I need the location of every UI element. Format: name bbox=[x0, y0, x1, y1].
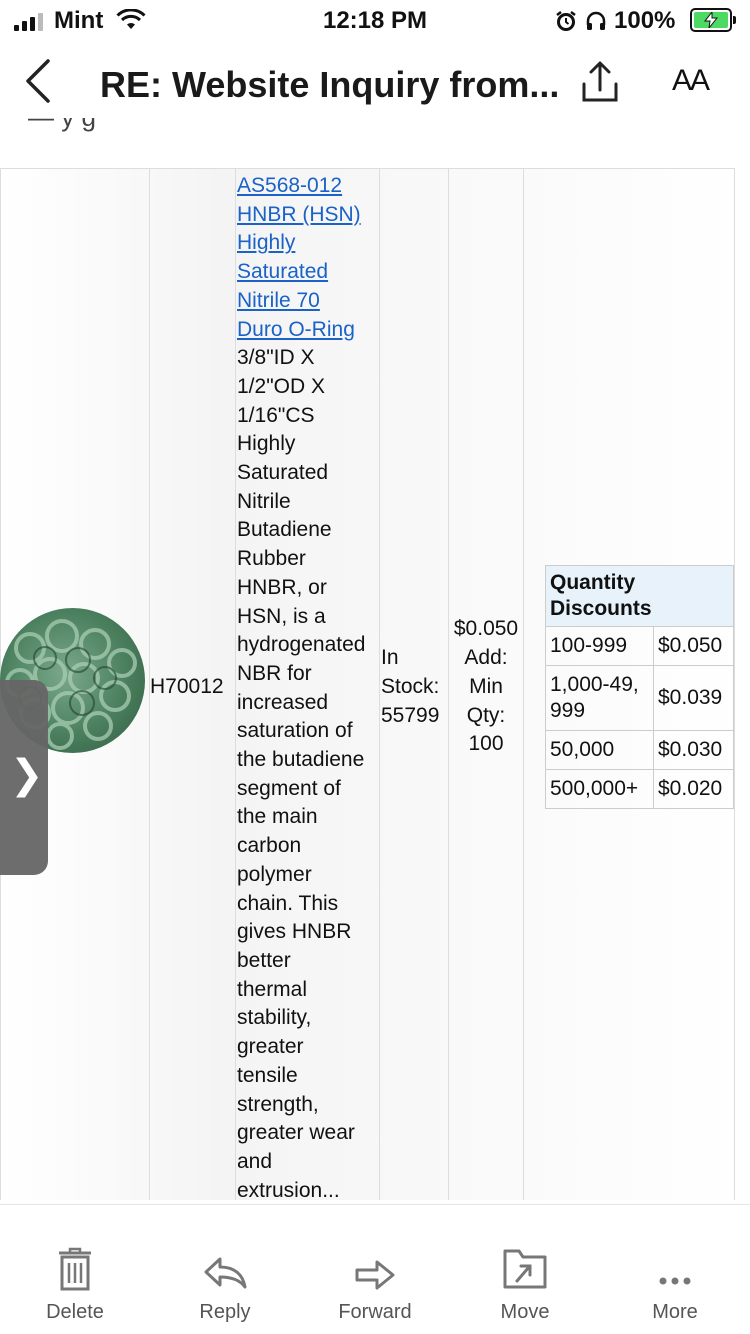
description-line: segment of bbox=[237, 776, 341, 800]
reply-button[interactable]: Reply bbox=[150, 1243, 300, 1324]
sku-text: H70012 bbox=[150, 674, 224, 698]
delete-label: Delete bbox=[46, 1301, 104, 1323]
description-line: 3/8"ID X bbox=[237, 346, 315, 370]
description-line: 1/16"CS bbox=[237, 403, 315, 427]
forward-arrow-icon bbox=[300, 1243, 450, 1291]
description-line: the main bbox=[237, 805, 318, 829]
description-line: tensile bbox=[237, 1063, 298, 1087]
trash-icon bbox=[0, 1243, 150, 1291]
battery-charging-icon bbox=[690, 8, 736, 32]
product-link-line: AS568-012 bbox=[237, 174, 343, 197]
sku-cell: H70012 bbox=[149, 168, 236, 1200]
discount-row: 100-999 $0.050 bbox=[545, 626, 734, 667]
product-link-line: Nitrile 70 bbox=[237, 288, 320, 312]
description-line: HSN, is a bbox=[237, 604, 326, 628]
description-line: chain. This bbox=[237, 891, 339, 915]
email-subject: RE: Website Inquiry from... bbox=[100, 64, 560, 105]
product-link-line: HNBR (HSN) bbox=[237, 202, 361, 226]
more-label: More bbox=[652, 1301, 698, 1323]
price-cell: $0.050 Add: Min Qty: 100 bbox=[448, 168, 524, 1200]
discount-row: 500,000+ $0.020 bbox=[545, 769, 734, 810]
description-line: 1/2"OD X bbox=[237, 374, 325, 398]
email-body[interactable]: H70012 AS568-012 HNBR (HSN) Highly Saturate… bbox=[0, 168, 750, 1200]
discount-qty: 50,000 bbox=[545, 730, 654, 771]
more-button[interactable]: More bbox=[600, 1243, 750, 1324]
product-description: 3/8"ID X 1/2"OD X 1/16"CS Highly Saturated Ni… bbox=[237, 344, 377, 1200]
description-line: Butadiene bbox=[237, 518, 332, 542]
description-line: HNBR, or bbox=[237, 575, 327, 599]
discount-price: $0.050 bbox=[653, 626, 734, 667]
description-line: hydrogenated bbox=[237, 633, 366, 657]
alarm-icon bbox=[555, 10, 577, 37]
chevron-right-icon: ❯ bbox=[10, 753, 44, 797]
description-line: and bbox=[237, 1149, 273, 1173]
share-icon[interactable] bbox=[578, 58, 622, 109]
stock-line: In bbox=[381, 646, 399, 670]
discount-row: 1,000-49,999 $0.039 bbox=[545, 665, 734, 732]
clipped-text: — y g bbox=[28, 118, 228, 132]
ellipsis-icon bbox=[600, 1243, 750, 1291]
text-size-button[interactable]: AA bbox=[672, 64, 710, 98]
price-line: Qty: bbox=[466, 703, 506, 727]
discount-qty: 100-999 bbox=[545, 626, 654, 667]
description-line: Highly bbox=[237, 432, 296, 456]
side-panel-handle[interactable]: ❯ bbox=[0, 680, 48, 875]
discount-price: $0.020 bbox=[653, 769, 734, 810]
description-line: NBR for bbox=[237, 661, 312, 685]
description-line: the butadiene bbox=[237, 748, 365, 772]
discount-row: 50,000 $0.030 bbox=[545, 730, 734, 771]
product-link-line: Saturated bbox=[237, 260, 329, 284]
email-header: RE: Website Inquiry from... AA bbox=[0, 48, 750, 128]
product-link-line: Duro O-Ring bbox=[237, 317, 355, 341]
discount-cell: Quantity Discounts 100-999 $0.050 1,000-49… bbox=[523, 168, 735, 1200]
discount-price: $0.030 bbox=[653, 730, 734, 771]
price-line: $0.050 bbox=[453, 617, 519, 641]
discount-qty: 1,000-49,999 bbox=[545, 665, 654, 732]
description-line: greater bbox=[237, 1035, 304, 1059]
description-line: strength, bbox=[237, 1092, 319, 1116]
move-button[interactable]: Move bbox=[450, 1243, 600, 1324]
description-line: better bbox=[237, 948, 291, 972]
discount-qty: 500,000+ bbox=[545, 769, 654, 810]
move-folder-icon bbox=[450, 1243, 600, 1291]
description-line: Saturated bbox=[237, 461, 329, 485]
forward-label: Forward bbox=[338, 1301, 412, 1323]
description-line: Nitrile bbox=[237, 489, 291, 513]
reply-arrow-icon bbox=[150, 1243, 300, 1291]
price-line: Add: bbox=[464, 646, 508, 670]
stock-line: 55799 bbox=[381, 703, 440, 727]
description-line: carbon bbox=[237, 834, 302, 858]
forward-button[interactable]: Forward bbox=[300, 1243, 450, 1324]
discount-price: $0.039 bbox=[653, 665, 734, 732]
bottom-toolbar: Delete Reply Forward Move More bbox=[0, 1204, 750, 1334]
stock-line: Stock: bbox=[381, 674, 440, 698]
description-line: Rubber bbox=[237, 547, 306, 571]
description-line: thermal bbox=[237, 977, 308, 1001]
quantity-discounts-table: Quantity Discounts 100-999 $0.050 1,000-49… bbox=[545, 565, 734, 810]
description-line: increased bbox=[237, 690, 329, 714]
stock-cell: In Stock: 55799 bbox=[379, 168, 449, 1200]
battery-percent: 100% bbox=[614, 7, 676, 34]
move-label: Move bbox=[500, 1301, 550, 1323]
price-line: Min bbox=[469, 674, 503, 698]
headphones-icon bbox=[585, 10, 607, 37]
description-line: gives HNBR bbox=[237, 920, 352, 944]
description-line: extrusion... bbox=[237, 1178, 340, 1200]
back-chevron-icon[interactable] bbox=[22, 58, 62, 108]
description-line: stability, bbox=[237, 1006, 312, 1030]
description-cell: AS568-012 HNBR (HSN) Highly Saturated Nitril… bbox=[235, 168, 380, 1200]
description-line: polymer bbox=[237, 862, 312, 886]
price-line: 100 bbox=[468, 732, 504, 756]
description-line: greater wear bbox=[237, 1121, 355, 1145]
product-link-line: Highly bbox=[237, 231, 296, 255]
status-bar: Mint 12:18 PM 100% bbox=[0, 0, 750, 44]
reply-label: Reply bbox=[199, 1301, 251, 1323]
discounts-header: Quantity Discounts bbox=[545, 565, 734, 628]
delete-button[interactable]: Delete bbox=[0, 1243, 150, 1324]
product-link[interactable]: AS568-012 HNBR (HSN) Highly Saturated Nitril… bbox=[237, 172, 377, 344]
description-line: saturation of bbox=[237, 719, 353, 743]
